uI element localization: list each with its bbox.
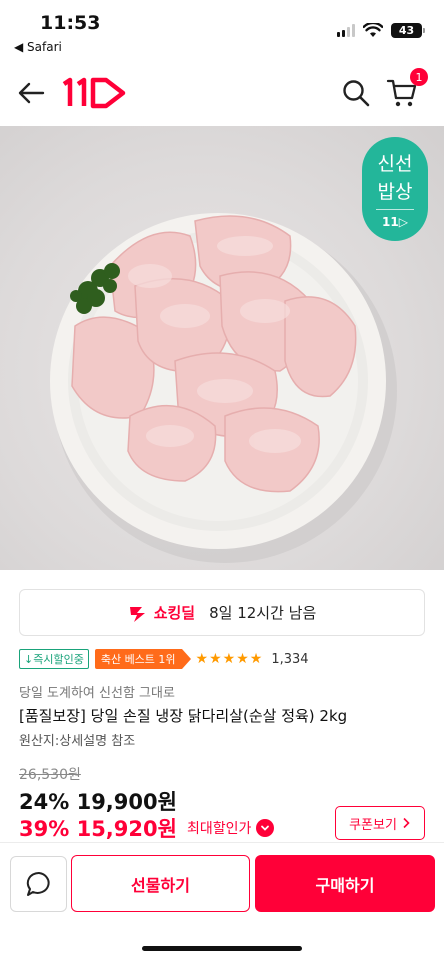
clock: 11:53: [40, 12, 101, 34]
fresh-table-badge: 신선 밥상 11▷: [362, 137, 428, 241]
app-header: [0, 62, 444, 124]
gift-button[interactable]: 선물하기: [71, 855, 250, 912]
buy-button[interactable]: 구매하기: [255, 855, 435, 912]
rating-stars[interactable]: ★★★★★: [196, 651, 264, 667]
max-discount-price[interactable]: 39% 15,920원 최대할인가: [19, 813, 275, 843]
max-discount-price-value: 39% 15,920원: [19, 817, 177, 841]
bottom-action-bar: 선물하기 구매하기: [0, 842, 444, 961]
product-badges: ↓즉시할인중 축산 베스트 1위 ★★★★★ 1,334: [19, 648, 309, 670]
battery-icon: 43: [391, 23, 425, 38]
badge-logo: 11▷: [382, 215, 408, 229]
original-price: 26,530원: [19, 767, 81, 783]
back-to-safari-link[interactable]: ◀ Safari: [14, 40, 62, 54]
best-seller-badge[interactable]: 축산 베스트 1위: [94, 649, 191, 669]
11st-logo[interactable]: [60, 74, 128, 110]
product-title: [품질보장] 당일 손질 냉장 닭다리살(순살 정육) 2kg: [19, 707, 348, 725]
search-icon[interactable]: [341, 78, 371, 108]
sale-price: 24% 19,900원: [19, 790, 177, 814]
max-discount-label: 최대할인가: [186, 821, 252, 837]
home-indicator[interactable]: [142, 946, 302, 951]
coupon-view-label: 쿠폰보기: [349, 817, 397, 833]
instant-discount-badge: ↓즉시할인중: [19, 649, 89, 669]
chevron-right-icon: [403, 817, 410, 829]
shocking-deal-banner[interactable]: 쇼킹딜 8일 12시간 남음: [19, 589, 425, 636]
wifi-icon: [363, 23, 383, 37]
deal-label: 쇼킹딜: [153, 604, 196, 622]
deal-time-remaining: 8일 12시간 남음: [209, 604, 317, 622]
product-subtitle: 당일 도계하여 신선함 그대로: [19, 686, 175, 701]
status-bar: 11:53 ◀ Safari 43: [0, 0, 444, 60]
cellular-signal-icon: [337, 24, 355, 37]
chat-button[interactable]: [10, 856, 67, 912]
chevron-down-icon[interactable]: [256, 819, 275, 837]
product-origin: 원산지:상세설명 참조: [19, 734, 136, 749]
cart-count-badge: 1: [410, 68, 428, 86]
review-count[interactable]: 1,334: [271, 652, 308, 667]
back-arrow-icon[interactable]: [16, 78, 46, 108]
shocking-deal-icon: [129, 606, 145, 622]
chat-bubble-icon: [26, 871, 50, 896]
coupon-view-button[interactable]: 쿠폰보기: [335, 806, 425, 840]
